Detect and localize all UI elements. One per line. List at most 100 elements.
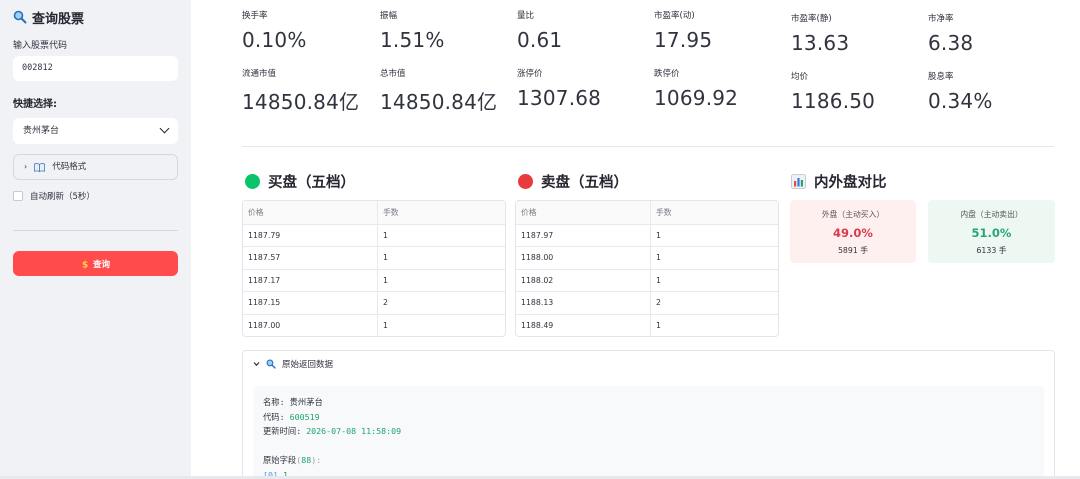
table-row: 1188.02 1 <box>516 268 778 291</box>
metric-label: 流通市值 <box>242 69 277 79</box>
column-header-price: 价格 <box>516 201 651 224</box>
metric-label: 涨停价 <box>517 69 543 79</box>
code-format-expander[interactable]: › 代码格式 <box>13 154 178 180</box>
table-header: 价格 手数 <box>243 201 505 224</box>
price-cell: 1187.79 <box>243 224 378 246</box>
price-cell: 1187.00 <box>243 314 378 336</box>
raw-name-line: 名称: 贵州茅台 <box>263 395 1044 410</box>
lots-cell: 2 <box>656 298 661 308</box>
raw-name-label: 名称: <box>263 397 285 407</box>
metric-label: 跌停价 <box>654 69 680 79</box>
metric-avg-price: 均价 1186.50 <box>791 70 875 113</box>
raw-fields-label: 原始字段 <box>263 455 297 465</box>
svg-text:$: $ <box>82 260 88 269</box>
metric-pb: 市净率 6.38 <box>928 12 973 55</box>
raw-data-expander[interactable]: 原始返回数据 名称: 贵州茅台 代码: 600519 更新时间: 2026-07… <box>242 350 1055 479</box>
table-row: 1187.97 1 <box>516 223 778 246</box>
raw-name-value: 贵州茅台 <box>289 397 323 407</box>
compare-title-text: 内外盘对比 <box>814 175 887 191</box>
metric-total-cap: 总市值 14850.84亿 <box>380 67 497 115</box>
table-header: 价格 手数 <box>516 201 778 224</box>
sell-title-text: 卖盘（五档） <box>541 175 628 191</box>
lots-cell: 2 <box>383 298 388 308</box>
lots-cell: 1 <box>656 320 661 330</box>
metric-volume-ratio: 量比 0.61 <box>517 9 562 52</box>
raw-fields-line: 原始字段(88): <box>263 455 322 465</box>
outer-volume-pct: 49.0% <box>833 226 873 240</box>
table-row: 1187.57 1 <box>243 246 505 269</box>
metric-label: 均价 <box>791 72 809 82</box>
metric-value: 1186.50 <box>791 89 876 113</box>
price-cell: 1187.15 <box>243 292 378 314</box>
outer-volume-card: 外盘（主动买入） 49.0% 5891 手 <box>790 200 916 263</box>
raw-data-code-block: 名称: 贵州茅台 代码: 600519 更新时间: 2026-07-08 11:… <box>253 386 1044 479</box>
table-row: 1187.00 1 <box>243 313 505 336</box>
outer-volume-count: 5891 手 <box>837 246 869 255</box>
table-row: 1187.15 2 <box>243 291 505 314</box>
metric-value: 13.63 <box>791 31 850 55</box>
checkbox-box[interactable] <box>13 191 23 201</box>
auto-refresh-checkbox[interactable]: 自动刷新（5秒） <box>13 190 178 202</box>
price-cell: 1187.57 <box>243 247 378 269</box>
lots-cell: 1 <box>383 230 388 240</box>
sell-table: 价格 手数 1187.97 1 1188.00 1 1188.02 1 1188.13… <box>515 200 779 337</box>
metric-pe-dynamic: 市盈率(动) 17.95 <box>654 9 712 52</box>
raw-code-line: 代码: 600519 <box>263 410 1044 425</box>
sidebar-title-text: 查询股票 <box>32 11 85 27</box>
metric-value: 17.95 <box>654 28 713 52</box>
raw-fields-count: 88 <box>301 455 312 465</box>
stock-code-label: 输入股票代码 <box>13 41 68 51</box>
metric-value: 1307.68 <box>517 86 602 110</box>
lots-cell: 1 <box>383 253 388 263</box>
metric-value: 6.38 <box>928 31 974 55</box>
raw-blank-line <box>263 439 1044 454</box>
inner-volume-pct: 51.0% <box>971 226 1012 240</box>
money-icon: $ <box>82 260 88 269</box>
inner-volume-label: 内盘（主动卖出） <box>960 210 1023 219</box>
buy-title-text: 买盘（五档） <box>268 175 355 191</box>
buy-section-title: 买盘（五档） <box>245 171 355 192</box>
chevron-down-icon <box>253 361 260 366</box>
metric-label: 市盈率(静) <box>791 14 832 24</box>
lots-cell: 1 <box>656 253 661 263</box>
metric-value: 14850.84亿 <box>380 90 498 114</box>
stock-code-input[interactable]: 002812 <box>13 56 178 81</box>
sidebar-divider <box>13 230 178 231</box>
metric-pe-static: 市盈率(静) 13.63 <box>791 12 849 55</box>
table-row: 1187.79 1 <box>243 223 505 246</box>
raw-code-value: 600519 <box>289 411 320 422</box>
metric-label: 股息率 <box>928 72 954 82</box>
raw-code-label: 代码: <box>263 411 285 422</box>
metric-value: 1069.92 <box>654 86 739 110</box>
price-cell: 1187.97 <box>516 224 651 246</box>
table-row: 1188.13 2 <box>516 291 778 314</box>
metric-label: 量比 <box>517 11 535 21</box>
metric-value: 0.10% <box>242 28 307 52</box>
metric-amplitude: 振幅 1.51% <box>380 9 445 52</box>
metric-value: 1.51% <box>380 28 445 52</box>
red-circle-icon <box>518 174 533 189</box>
metric-turnover: 换手率 0.10% <box>242 9 307 52</box>
metric-label: 振幅 <box>380 11 398 21</box>
metric-limit-down: 跌停价 1069.92 <box>654 67 738 110</box>
raw-time-label: 更新时间: <box>263 426 302 436</box>
raw-time-line: 更新时间: 2026-07-08 11:58:09 <box>263 424 1044 439</box>
search-icon <box>266 359 276 369</box>
metric-float-cap: 流通市值 14850.84亿 <box>242 67 359 115</box>
code-format-label: 代码格式 <box>52 162 87 172</box>
metric-label: 换手率 <box>242 11 268 21</box>
chevron-down-icon <box>159 123 170 134</box>
quick-select-label: 快捷选择: <box>13 99 57 110</box>
lots-cell: 1 <box>656 275 661 285</box>
raw-data-header[interactable]: 原始返回数据 <box>243 351 1054 376</box>
quick-select-dropdown[interactable]: 贵州茅台 <box>13 118 178 144</box>
query-button[interactable]: $ 查询 <box>13 251 178 276</box>
metric-value: 0.34% <box>928 89 993 113</box>
metric-label: 总市值 <box>380 69 406 79</box>
search-icon <box>13 10 27 24</box>
metric-value: 0.61 <box>517 28 563 52</box>
column-header-lots: 手数 <box>383 207 399 217</box>
outer-volume-label: 外盘（主动买入） <box>821 210 885 219</box>
raw-time-value: 2026-07-08 11:58:09 <box>306 426 402 436</box>
price-cell: 1188.49 <box>516 314 651 336</box>
